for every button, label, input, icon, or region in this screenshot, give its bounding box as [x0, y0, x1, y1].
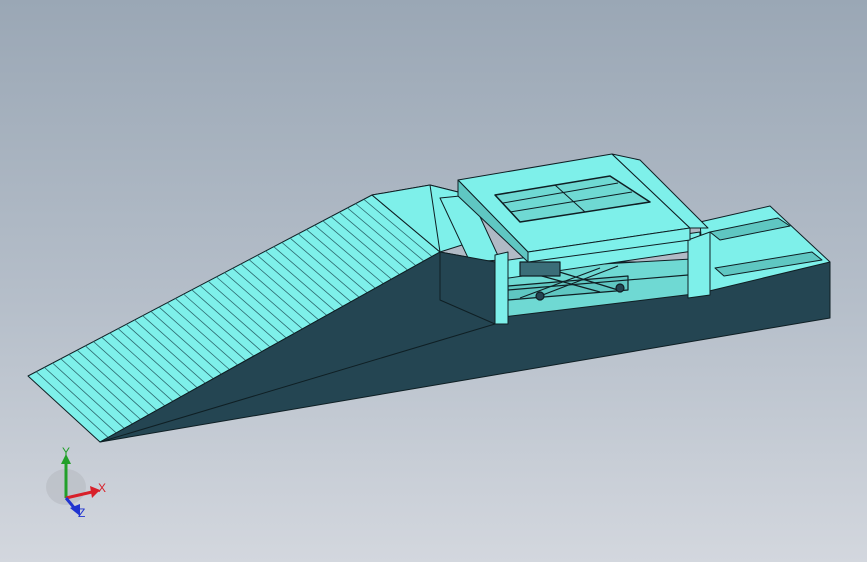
- orientation-triad[interactable]: Y X Z: [40, 440, 120, 530]
- pillar-left: [494, 251, 509, 325]
- y-axis-label: Y: [62, 445, 70, 459]
- cad-viewport[interactable]: Y X Z: [0, 0, 867, 562]
- lift-ramp-model[interactable]: [0, 0, 867, 562]
- x-axis-label: X: [98, 481, 106, 495]
- z-axis-label: Z: [78, 506, 85, 520]
- pillar-right: [687, 231, 711, 299]
